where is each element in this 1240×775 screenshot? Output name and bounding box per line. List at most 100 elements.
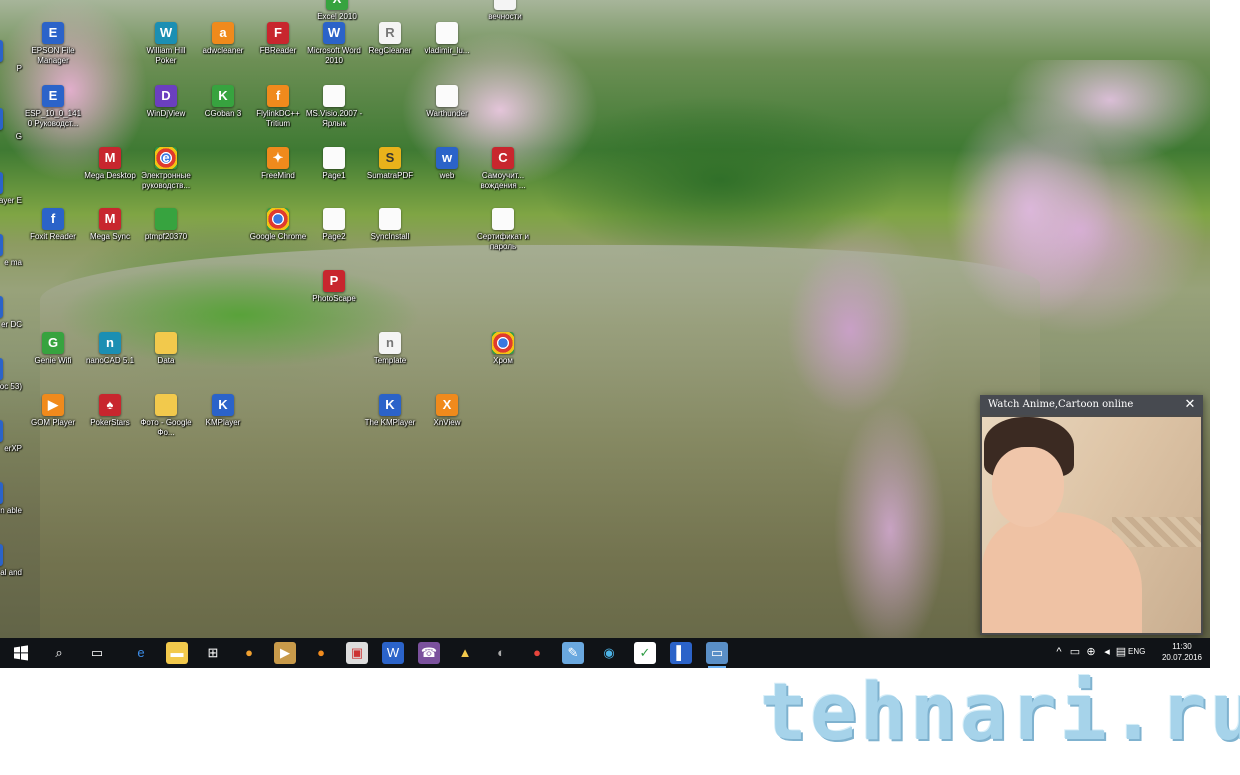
clock-date: 20.07.2016 bbox=[1161, 653, 1202, 662]
language-indicator[interactable]: ENG bbox=[1128, 647, 1145, 656]
taskbar-yandex-browser-icon[interactable]: ● bbox=[238, 642, 260, 664]
icon-sumatrapdf[interactable]: S SumatraPDF bbox=[360, 147, 420, 181]
icon-electronic-guides[interactable]: e Электронные руководств... bbox=[136, 147, 196, 191]
taskbar-window-icon[interactable]: ▭ bbox=[706, 642, 728, 668]
icon-pokerstars[interactable]: ♠ PokerStars bbox=[80, 394, 140, 428]
taskbar-checklist-icon[interactable]: ✓ bbox=[634, 642, 656, 664]
desktop-icon-label: MS.Visio.2007 - Ярлык bbox=[305, 109, 363, 128]
volume-icon[interactable]: ◂ bbox=[1100, 645, 1114, 659]
desktop-icon-label: Фото - Google Фо... bbox=[140, 418, 192, 437]
ad-popup-image[interactable] bbox=[982, 417, 1201, 633]
action-center-icon[interactable]: ▤ bbox=[1114, 645, 1128, 659]
desktop-icon-cropped[interactable]: e ma bbox=[0, 234, 22, 268]
taskbar-chrome-icon[interactable]: ● bbox=[526, 642, 548, 664]
icon-fbreader-icon: F bbox=[267, 22, 289, 44]
desktop-icon-label: Data bbox=[157, 356, 175, 365]
network-icon[interactable]: ▭ bbox=[1068, 645, 1082, 659]
desktop-icon-cropped[interactable]: P bbox=[0, 40, 22, 74]
desktop-icon-cropped[interactable]: bat er DC bbox=[0, 296, 22, 330]
cropped-app-icon bbox=[0, 108, 3, 130]
icon-photoscape[interactable]: P PhotoScape bbox=[304, 270, 364, 304]
icon-vechnosti[interactable]: вечности bbox=[475, 0, 535, 22]
cropped-app-icon bbox=[0, 358, 3, 380]
desktop-icon-label: nanoCAD 5.1 bbox=[85, 356, 135, 365]
icon-nanocad[interactable]: n nanoCAD 5.1 bbox=[80, 332, 140, 366]
taskbar-photo-app-icon[interactable]: ▣ bbox=[346, 642, 368, 664]
icon-samouchitel[interactable]: С Самоучит... вождения ... bbox=[473, 147, 533, 191]
icon-gom-player[interactable]: ▶ GOM Player bbox=[23, 394, 83, 428]
icon-esp-guide[interactable]: E ESP_10_0_1410 Руководст... bbox=[23, 85, 83, 129]
icon-template[interactable]: n Template bbox=[360, 332, 420, 366]
system-tray: ^ ▭ ⊕ ◂ ▤ ENG 11:30 20.07.2016 bbox=[1050, 638, 1210, 668]
icon-word-2010[interactable]: W Microsoft Word 2010 bbox=[304, 22, 364, 66]
icon-adwcleaner[interactable]: a adwcleaner bbox=[193, 22, 253, 56]
icon-syncinstall[interactable]: SyncInstall bbox=[360, 208, 420, 242]
icon-the-kmplayer[interactable]: K The KMPlayer bbox=[360, 394, 420, 428]
icon-google-chrome-icon bbox=[267, 208, 289, 230]
desktop-icon-label: GOM Player bbox=[30, 418, 75, 427]
taskbar-archicad-icon[interactable]: ▲ bbox=[454, 642, 476, 664]
icon-cgoban[interactable]: K CGoban 3 bbox=[193, 85, 253, 119]
icon-khrom[interactable]: Хром bbox=[473, 332, 533, 366]
taskbar-camera-icon[interactable]: ◐ bbox=[490, 642, 512, 664]
taskbar-edge-icon[interactable]: e bbox=[130, 642, 152, 664]
desktop-icon-cropped[interactable]: ayer E bbox=[0, 172, 22, 206]
icon-web[interactable]: w web bbox=[417, 147, 477, 181]
icon-warthunder[interactable]: Warthunder bbox=[417, 85, 477, 119]
windows-start-icon[interactable] bbox=[10, 642, 32, 664]
desktop-icon-cropped[interactable]: erXP bbox=[0, 420, 22, 454]
close-icon[interactable]: ✕ bbox=[1183, 395, 1197, 415]
icon-vladimir[interactable]: vladimir_lu... bbox=[417, 22, 477, 56]
desktop-icon-cropped[interactable]: al and bbox=[0, 544, 22, 578]
taskbar-clock[interactable]: 11:30 20.07.2016 bbox=[1162, 641, 1202, 663]
icon-genie-wifi[interactable]: G Genie Wifi bbox=[23, 332, 83, 366]
icon-xnview[interactable]: X XnView bbox=[417, 394, 477, 428]
icon-excel[interactable]: X Excel 2010 bbox=[307, 0, 367, 22]
icon-esp-guide-icon: E bbox=[42, 85, 64, 107]
desktop-icon-label: PokerStars bbox=[90, 418, 130, 427]
desktop-icon-cropped[interactable]: on able bbox=[0, 482, 22, 516]
icon-foxit-reader[interactable]: f Foxit Reader bbox=[23, 208, 83, 242]
icon-msvisio[interactable]: MS.Visio.2007 - Ярлык bbox=[304, 85, 364, 129]
taskbar-globe-icon[interactable]: ◉ bbox=[598, 642, 620, 664]
icon-data[interactable]: Data bbox=[136, 332, 196, 366]
icon-google-chrome[interactable]: Google Chrome bbox=[248, 208, 308, 242]
desktop-icon-label: Excel 2010 bbox=[317, 12, 357, 21]
taskbar-task-view-icon[interactable]: ▭ bbox=[86, 642, 108, 664]
icon-mega-desktop[interactable]: M Mega Desktop bbox=[80, 147, 140, 181]
icon-fbreader[interactable]: F FBReader bbox=[248, 22, 308, 56]
icon-mega-desktop-icon: M bbox=[99, 147, 121, 169]
icon-mega-sync[interactable]: M Mega Sync bbox=[80, 208, 140, 242]
ad-popup[interactable]: Watch Anime,Cartoon online ✕ bbox=[980, 395, 1203, 635]
desktop-icon-label: Хром bbox=[493, 356, 513, 365]
taskbar-file-explorer-icon[interactable]: ▬ bbox=[166, 642, 188, 664]
desktop-wallpaper: XExcel 2010 вечности EEPSON File Manager WW… bbox=[0, 0, 1210, 638]
icon-certificate[interactable]: Сертификат и пароль bbox=[473, 208, 533, 252]
icon-freemind[interactable]: ✦ FreeMind bbox=[248, 147, 308, 181]
taskbar-word-icon[interactable]: W bbox=[382, 642, 404, 664]
desktop-icon-cropped[interactable]: G bbox=[0, 108, 22, 142]
chevron-up-icon[interactable]: ^ bbox=[1052, 645, 1066, 659]
icon-windjview[interactable]: D WinDjView bbox=[136, 85, 196, 119]
taskbar-firefox-icon[interactable]: ● bbox=[310, 642, 332, 664]
icon-epson-file-manager[interactable]: E EPSON File Manager bbox=[23, 22, 83, 66]
icon-page2[interactable]: Page2 bbox=[304, 208, 364, 242]
icon-page1[interactable]: Page1 bbox=[304, 147, 364, 181]
icon-google-photos[interactable]: Фото - Google Фо... bbox=[136, 394, 196, 438]
taskbar-media-player-icon[interactable]: ▶ bbox=[274, 642, 296, 664]
icon-kmplayer[interactable]: K KMPlayer bbox=[193, 394, 253, 428]
icon-vechnosti-icon bbox=[494, 0, 516, 10]
icon-regcleaner[interactable]: R RegCleaner bbox=[360, 22, 420, 56]
desktop-icon-cropped[interactable]: b.doc 53) bbox=[0, 358, 22, 392]
icon-william-hill-poker[interactable]: W William Hill Poker bbox=[136, 22, 196, 66]
usb-icon[interactable]: ⊕ bbox=[1084, 645, 1098, 659]
taskbar-viber-icon[interactable]: ☎ bbox=[418, 642, 440, 664]
icon-warthunder-icon bbox=[436, 85, 458, 107]
icon-ptmpf[interactable]: ptmpf20370 bbox=[136, 208, 196, 242]
icon-flylinkdc[interactable]: f FlylinkDC++ Tritium bbox=[248, 85, 308, 129]
taskbar-remote-icon[interactable]: ▌ bbox=[670, 642, 692, 664]
taskbar-sketch-icon[interactable]: ✎ bbox=[562, 642, 584, 664]
taskbar-store-icon[interactable]: ⊞ bbox=[202, 642, 224, 664]
ad-image-tile-pattern bbox=[1112, 517, 1201, 547]
taskbar-search-icon[interactable]: ⌕ bbox=[48, 642, 70, 664]
